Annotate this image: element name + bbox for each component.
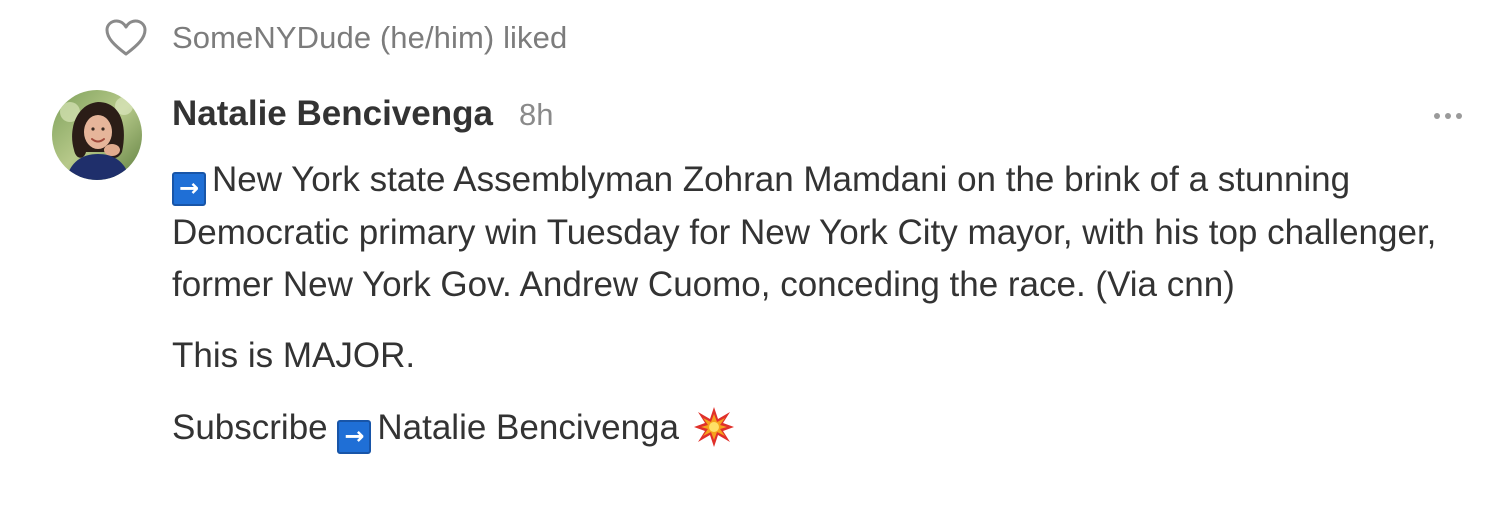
more-dot	[1445, 113, 1451, 119]
post-paragraph: → New York state Assemblyman Zohran Mamda…	[172, 154, 1462, 312]
post-body: → New York state Assemblyman Zohran Mamda…	[172, 154, 1462, 454]
post-timestamp[interactable]: 8h	[519, 97, 553, 133]
more-options-button[interactable]	[1426, 104, 1470, 128]
post-text: This is MAJOR.	[172, 335, 416, 375]
post-header: Natalie Bencivenga 8h	[172, 94, 553, 134]
author-name[interactable]: Natalie Bencivenga	[172, 94, 493, 134]
liked-by-text[interactable]: SomeNYDude (he/him) liked	[172, 20, 567, 56]
subscribe-line: Subscribe → Natalie Bencivenga	[172, 402, 1462, 454]
post-paragraph: This is MAJOR.	[172, 330, 1462, 382]
collision-icon	[693, 406, 735, 448]
heart-icon[interactable]	[104, 16, 148, 60]
arrow-right-icon: →	[172, 172, 206, 206]
activity-row: SomeNYDude (he/him) liked	[104, 16, 567, 60]
more-dot	[1456, 113, 1462, 119]
avatar[interactable]	[52, 90, 142, 180]
feed-item: SomeNYDude (he/him) liked Natalie Benciv…	[0, 0, 1490, 525]
subscribe-prefix: Subscribe	[172, 407, 328, 447]
arrow-right-icon: →	[337, 419, 372, 454]
subscribe-name[interactable]: Natalie Bencivenga	[377, 408, 679, 447]
more-dot	[1434, 113, 1440, 119]
post-text: New York state Assemblyman Zohran Mamdan…	[172, 160, 1437, 304]
